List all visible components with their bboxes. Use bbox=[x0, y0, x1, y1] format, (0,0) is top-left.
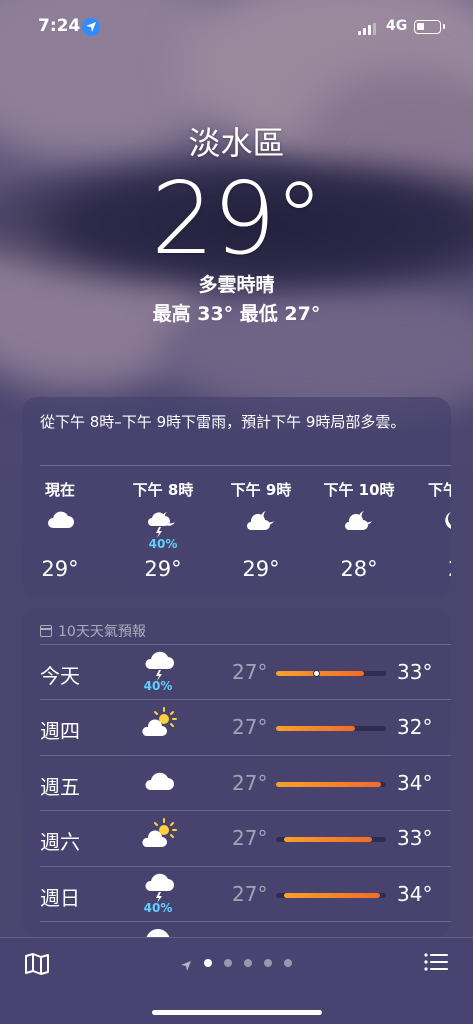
high-temp: 34° bbox=[397, 771, 433, 795]
precip-chance: 40% bbox=[143, 679, 173, 693]
bottom-toolbar bbox=[0, 937, 473, 1024]
partly-sunny-icon bbox=[140, 706, 180, 748]
hour-label: 下午 8時 bbox=[132, 481, 194, 499]
partly-sunny-icon bbox=[140, 817, 180, 859]
temp-range-bar bbox=[276, 782, 386, 787]
hour-item: 下午 8時 40% 29° bbox=[123, 479, 203, 581]
city-name: 淡水區 bbox=[188, 124, 285, 162]
precip-chance: 40% bbox=[143, 901, 173, 915]
cloud-moon-icon bbox=[221, 507, 301, 547]
high-low-temperature: 最高 33° 最低 27° bbox=[152, 303, 321, 325]
temp-range-fill bbox=[276, 726, 356, 731]
home-indicator bbox=[152, 1010, 322, 1015]
status-bar: 7:24 4G bbox=[0, 14, 473, 42]
day-label: 今天 bbox=[40, 664, 80, 688]
cloud-moon-icon bbox=[319, 507, 399, 547]
battery-icon bbox=[414, 20, 445, 34]
hour-label: 下午 10時 bbox=[323, 481, 395, 499]
page-dot[interactable] bbox=[244, 959, 252, 967]
calendar-icon bbox=[40, 625, 52, 637]
moon-stars-icon bbox=[418, 507, 451, 547]
temp-range-bar bbox=[276, 670, 386, 677]
low-temp: 27° bbox=[232, 771, 268, 795]
divider bbox=[40, 465, 451, 466]
network-type: 4G bbox=[386, 18, 408, 34]
hourly-summary: 從下午 8時–下午 9時下雷雨，預計下午 9時局部多雲。 bbox=[40, 413, 406, 431]
day-label: 週六 bbox=[40, 830, 80, 854]
hourly-scroll[interactable]: 現在 29° 下午 8時 40% 29° 下午 9時 29° 下午 10時 28… bbox=[22, 479, 451, 589]
low-temp: 27° bbox=[232, 660, 268, 684]
day-row[interactable]: 今天 40% 27° 33° bbox=[22, 645, 451, 700]
hour-label: 現在 bbox=[44, 481, 75, 499]
hour-temperature: 29° bbox=[41, 557, 79, 581]
hour-item: 現在 29° bbox=[22, 479, 100, 581]
cloud-icon bbox=[146, 929, 170, 937]
divider bbox=[40, 921, 451, 922]
location-arrow-icon bbox=[180, 957, 192, 976]
hour-item: 下午 9時 29° bbox=[221, 479, 301, 581]
day-row[interactable]: 週五 27° 34° bbox=[22, 756, 451, 811]
page-dot[interactable] bbox=[264, 959, 272, 967]
precip-chance: 40% bbox=[148, 537, 178, 551]
status-time: 7:24 bbox=[38, 16, 81, 36]
map-icon[interactable] bbox=[24, 952, 50, 980]
cloud-icon bbox=[140, 762, 180, 804]
low-temp: 27° bbox=[232, 826, 268, 850]
temp-range-fill bbox=[276, 671, 364, 676]
temp-range-bar bbox=[276, 837, 386, 842]
temp-range-fill bbox=[283, 837, 372, 842]
low-temp: 27° bbox=[232, 882, 268, 906]
page-dot[interactable] bbox=[284, 959, 292, 967]
temp-range-fill bbox=[276, 782, 381, 787]
page-dot[interactable] bbox=[224, 959, 232, 967]
high-temp: 33° bbox=[397, 660, 433, 684]
location-arrow-icon bbox=[82, 18, 100, 36]
cloud-icon bbox=[22, 507, 100, 547]
page-dot[interactable] bbox=[204, 959, 212, 967]
hour-temperature: 29° bbox=[144, 557, 182, 581]
list-icon[interactable] bbox=[424, 952, 448, 976]
high-temp: 32° bbox=[397, 715, 433, 739]
current-condition: 多雲時晴 bbox=[198, 274, 275, 296]
hour-label: 下午 1 bbox=[428, 481, 451, 499]
temp-range-fill bbox=[283, 893, 381, 898]
hourly-forecast-card[interactable]: 從下午 8時–下午 9時下雷雨，預計下午 9時局部多雲。 現在 29° 下午 8… bbox=[22, 397, 451, 597]
hour-temperature: 29° bbox=[242, 557, 280, 581]
day-label: 週四 bbox=[40, 719, 80, 743]
low-temp: 27° bbox=[232, 715, 268, 739]
current-temperature: 29° bbox=[150, 160, 324, 277]
ten-day-title-text: 10天天氣預報 bbox=[58, 624, 146, 640]
temp-range-bar bbox=[276, 893, 386, 898]
high-temp: 34° bbox=[397, 882, 433, 906]
hour-item: 下午 1 28 bbox=[418, 479, 451, 581]
day-label: 週日 bbox=[40, 886, 80, 910]
temp-range-bar bbox=[276, 726, 386, 731]
ten-day-forecast-card[interactable]: 10天天氣預報 今天 40% 27° 33° 週四 27° 32° 週五 27°… bbox=[22, 607, 451, 937]
ten-day-title: 10天天氣預報 bbox=[40, 621, 146, 641]
hour-label: 下午 9時 bbox=[230, 481, 292, 499]
day-label: 週五 bbox=[40, 775, 80, 799]
day-row[interactable]: 週六 27° 33° bbox=[22, 811, 451, 866]
hour-item: 下午 10時 28° bbox=[319, 479, 399, 581]
cellular-signal-icon bbox=[358, 20, 376, 39]
current-temp-dot bbox=[312, 670, 320, 677]
day-row[interactable]: 週日 40% 27° 34° bbox=[22, 867, 451, 922]
hour-temperature: 28 bbox=[418, 557, 451, 581]
day-row[interactable]: 週四 27° 32° bbox=[22, 700, 451, 755]
high-temp: 33° bbox=[397, 826, 433, 850]
hour-temperature: 28° bbox=[340, 557, 378, 581]
